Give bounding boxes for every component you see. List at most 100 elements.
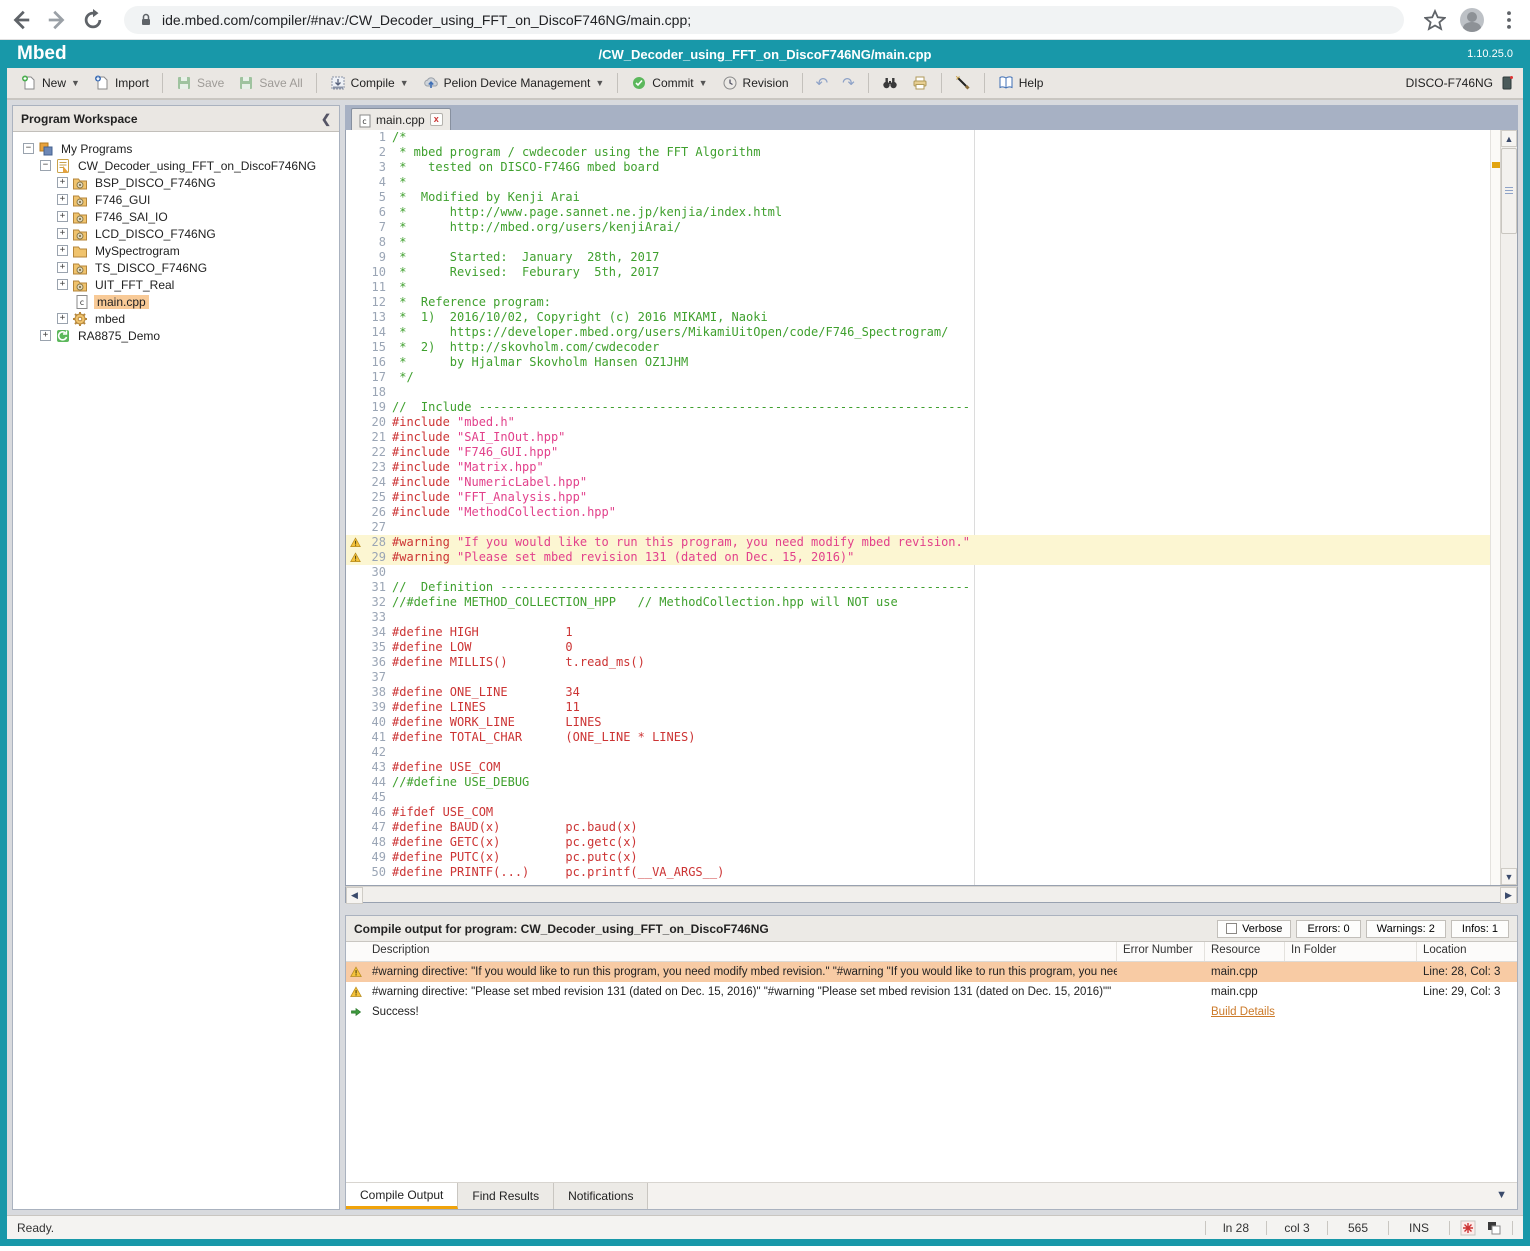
code-line[interactable]: 45 <box>346 790 1490 805</box>
expand-node-icon[interactable]: + <box>57 228 68 239</box>
compile-output-row[interactable]: #warning directive: "Please set mbed rev… <box>346 982 1517 1002</box>
expand-node-icon[interactable]: + <box>57 177 68 188</box>
code-line[interactable]: 49#define PUTC(x) pc.putc(x) <box>346 850 1490 865</box>
tree-item-ts-disco-f746ng[interactable]: +TS_DISCO_F746NG <box>13 259 339 276</box>
compile-button[interactable]: Compile▼ <box>324 71 415 95</box>
scroll-left-icon[interactable]: ◀ <box>346 887 363 904</box>
expand-node-icon[interactable]: + <box>40 330 51 341</box>
redo-button[interactable]: ↷ <box>836 70 861 96</box>
code-line[interactable]: 30 <box>346 565 1490 580</box>
column-header-resource[interactable]: Resource <box>1205 942 1285 961</box>
code-line[interactable]: 41#define TOTAL_CHAR (ONE_LINE * LINES) <box>346 730 1490 745</box>
expand-node-icon[interactable]: + <box>57 279 68 290</box>
code-line[interactable]: 11 * <box>346 280 1490 295</box>
code-line[interactable]: 40#define WORK_LINE LINES <box>346 715 1490 730</box>
code-line[interactable]: 22#include "F746_GUI.hpp" <box>346 445 1490 460</box>
code-line[interactable]: 36#define MILLIS() t.read_ms() <box>346 655 1490 670</box>
code-line[interactable]: 9 * Started: January 28th, 2017 <box>346 250 1490 265</box>
code-line[interactable]: 44//#define USE_DEBUG <box>346 775 1490 790</box>
tree-item-my-programs[interactable]: −My Programs <box>13 140 339 157</box>
vertical-scrollbar[interactable]: ▲ ▼ <box>1500 130 1517 885</box>
code-line[interactable]: 5 * Modified by Kenji Arai <box>346 190 1490 205</box>
tab-find-results[interactable]: Find Results <box>458 1183 554 1209</box>
tree-item-cw-decoder-using-fft-on-discof746ng[interactable]: −CW_Decoder_using_FFT_on_DiscoF746NG <box>13 157 339 174</box>
tree-item-mbed[interactable]: +mbed <box>13 310 339 327</box>
tab-compile-output[interactable]: Compile Output <box>346 1183 458 1209</box>
build-details-link[interactable]: Build Details <box>1211 1006 1275 1018</box>
code-line[interactable]: 29#warning "Please set mbed revision 131… <box>346 550 1490 565</box>
code-line[interactable]: 38#define ONE_LINE 34 <box>346 685 1490 700</box>
column-header-in-folder[interactable]: In Folder <box>1285 942 1417 961</box>
code-line[interactable]: 24#include "NumericLabel.hpp" <box>346 475 1490 490</box>
code-line[interactable]: 13 * 1) 2016/10/02, Copyright (c) 2016 M… <box>346 310 1490 325</box>
bookmark-star-icon[interactable] <box>1424 9 1446 31</box>
code-line[interactable]: 39#define LINES 11 <box>346 700 1490 715</box>
column-header-error-number[interactable]: Error Number <box>1117 942 1205 961</box>
scroll-up-icon[interactable]: ▲ <box>1501 130 1517 147</box>
expand-node-icon[interactable]: + <box>57 194 68 205</box>
code-line[interactable]: 12 * Reference program: <box>346 295 1490 310</box>
device-board-icon[interactable] <box>1499 75 1515 91</box>
code-line[interactable]: 26#include "MethodCollection.hpp" <box>346 505 1490 520</box>
whitespace-toggle-icon[interactable] <box>1460 1220 1476 1236</box>
code-line[interactable]: 35#define LOW 0 <box>346 640 1490 655</box>
warning-marker[interactable] <box>1492 162 1500 168</box>
collapse-node-icon[interactable]: − <box>23 143 34 154</box>
column-header-description[interactable]: Description <box>366 942 1117 961</box>
code-line[interactable]: 23#include "Matrix.hpp" <box>346 460 1490 475</box>
code-line[interactable]: 32//#define METHOD_COLLECTION_HPP // Met… <box>346 595 1490 610</box>
code-line[interactable]: 1/* <box>346 130 1490 145</box>
expand-node-icon[interactable]: + <box>57 313 68 324</box>
code-line[interactable]: 33 <box>346 610 1490 625</box>
tree-item-f746-sai-io[interactable]: +F746_SAI_IO <box>13 208 339 225</box>
code-line[interactable]: 16 * by Hjalmar Skovholm Hansen OZ1JHM <box>346 355 1490 370</box>
undo-button[interactable]: ↶ <box>810 70 835 96</box>
tree-item-f746-gui[interactable]: +F746_GUI <box>13 191 339 208</box>
collapse-node-icon[interactable]: − <box>40 160 51 171</box>
code-area[interactable]: 1/*2 * mbed program / cwdecoder using th… <box>346 130 1490 885</box>
browser-menu-icon[interactable] <box>1498 9 1520 31</box>
code-line[interactable]: 18 <box>346 385 1490 400</box>
code-line[interactable]: 50#define PRINTF(...) pc.printf(__VA_ARG… <box>346 865 1490 880</box>
tree-item-myspectrogram[interactable]: +MySpectrogram <box>13 242 339 259</box>
code-line[interactable]: 27 <box>346 520 1490 535</box>
code-line[interactable]: 17 */ <box>346 370 1490 385</box>
code-line[interactable]: 15 * 2) http://skovholm.com/cwdecoder <box>346 340 1490 355</box>
scroll-down-icon[interactable]: ▼ <box>1501 868 1517 885</box>
code-editor[interactable]: 1/*2 * mbed program / cwdecoder using th… <box>345 130 1518 886</box>
save-all-button[interactable]: Save All <box>232 71 308 95</box>
avatar[interactable] <box>1460 8 1484 32</box>
code-line[interactable]: 37 <box>346 670 1490 685</box>
tab-notifications[interactable]: Notifications <box>554 1183 648 1209</box>
tree-item-main-cpp[interactable]: cmain.cpp <box>13 293 339 310</box>
code-line[interactable]: 14 * https://developer.mbed.org/users/Mi… <box>346 325 1490 340</box>
revision-button[interactable]: Revision <box>716 71 795 95</box>
vertical-scroll-thumb[interactable] <box>1501 148 1517 234</box>
code-line[interactable]: 47#define BAUD(x) pc.baud(x) <box>346 820 1490 835</box>
new-button[interactable]: New▼ <box>15 71 86 95</box>
format-button[interactable] <box>949 71 977 95</box>
url-bar[interactable]: ide.mbed.com/compiler/#nav:/CW_Decoder_u… <box>124 6 1404 34</box>
horizontal-scrollbar[interactable]: ◀ ▶ <box>345 886 1518 903</box>
back-icon[interactable] <box>10 9 32 31</box>
code-line[interactable]: 7 * http://mbed.org/users/kenjiArai/ <box>346 220 1490 235</box>
code-line[interactable]: 25#include "FFT_Analysis.hpp" <box>346 490 1490 505</box>
expand-node-icon[interactable]: + <box>57 245 68 256</box>
code-line[interactable]: 10 * Revised: Feburary 5th, 2017 <box>346 265 1490 280</box>
forward-icon[interactable] <box>46 9 68 31</box>
collapse-output-icon[interactable]: ▼ <box>1496 1189 1507 1201</box>
code-line[interactable]: 42 <box>346 745 1490 760</box>
pelion-button[interactable]: Pelion Device Management▼ <box>417 71 611 95</box>
compile-output-row[interactable]: #warning directive: "If you would like t… <box>346 962 1517 982</box>
print-button[interactable] <box>906 71 934 95</box>
compile-output-row[interactable]: Success!Build Details <box>346 1002 1517 1022</box>
tree-item-uit-fft-real[interactable]: +UIT_FFT_Real <box>13 276 339 293</box>
help-button[interactable]: Help <box>992 71 1050 95</box>
warnings-counter-button[interactable]: Warnings: 2 <box>1366 920 1446 938</box>
tab-main-cpp[interactable]: c main.cpp x <box>351 108 451 130</box>
code-line[interactable]: 34#define HIGH 1 <box>346 625 1490 640</box>
commit-button[interactable]: Commit▼ <box>625 71 713 95</box>
verbose-checkbox[interactable]: Verbose <box>1217 920 1291 938</box>
code-line[interactable]: 3 * tested on DISCO-F746G mbed board <box>346 160 1490 175</box>
code-line[interactable]: 48#define GETC(x) pc.getc(x) <box>346 835 1490 850</box>
